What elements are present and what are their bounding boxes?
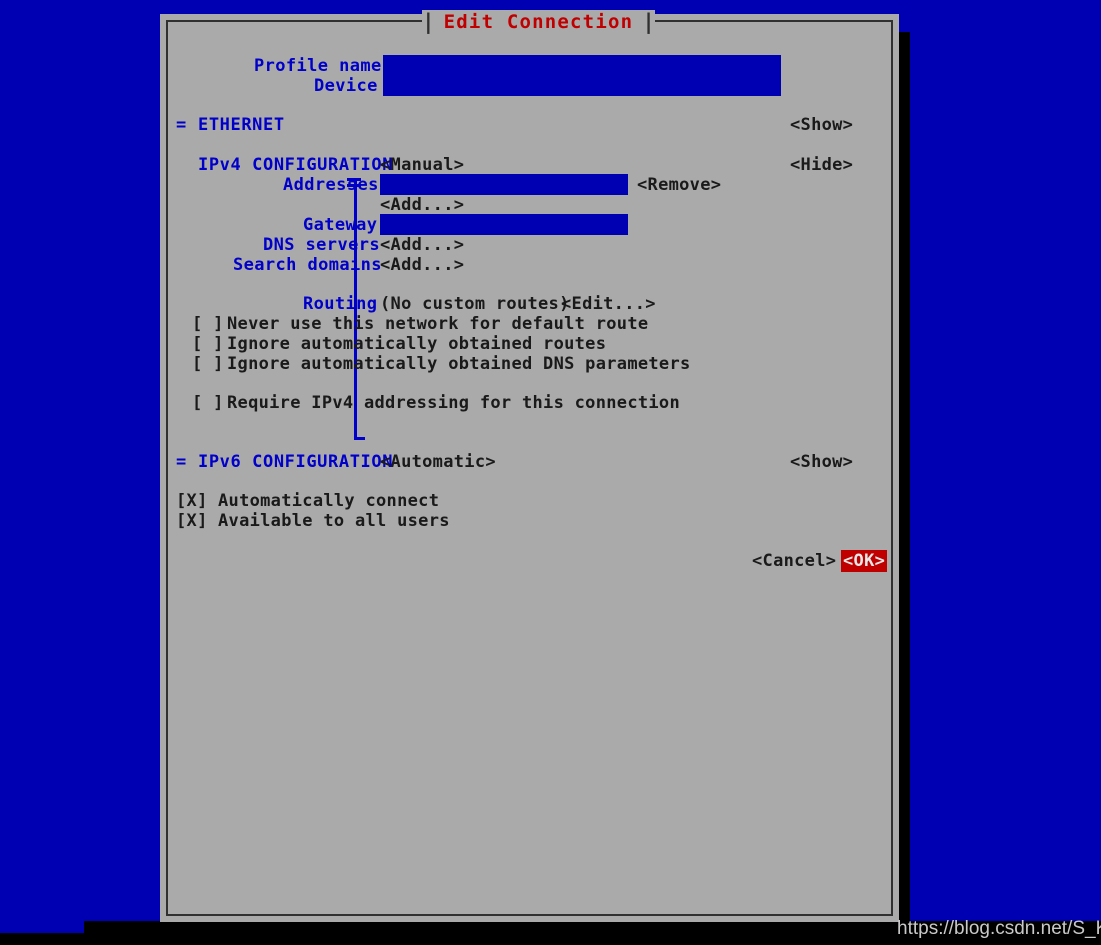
ipv4-address-input[interactable]: 172.25.254.136/24_________ xyxy=(380,174,628,195)
device-label: Device xyxy=(314,76,378,96)
cancel-button[interactable]: <Cancel> xyxy=(752,551,836,571)
ipv4-checkbox-ignore-routes-label: Ignore automatically obtained routes xyxy=(227,334,607,354)
dialog-title-bar: | Edit Connection | xyxy=(422,10,655,34)
all-users-checkbox-label: Available to all users xyxy=(218,511,450,531)
title-left-bar: | xyxy=(422,10,435,34)
title-right-bar: | xyxy=(642,10,655,34)
ipv4-checkbox-ignore-dns-box[interactable]: [ ] xyxy=(192,354,224,374)
ethernet-collapse-marker[interactable]: = xyxy=(176,115,187,135)
ipv4-heading: IPv4 CONFIGURATION xyxy=(198,155,394,175)
ipv4-routing-summary: (No custom routes) xyxy=(380,294,570,314)
edit-connection-dialog: | Edit Connection | Profile name sk_____… xyxy=(166,10,893,916)
dialog-title: Edit Connection xyxy=(443,11,634,33)
ethernet-heading: ETHERNET xyxy=(198,115,285,135)
watermark-text: https://blog.csdn.net/S_K15 xyxy=(897,918,1101,939)
ipv4-checkbox-ignore-routes-box[interactable]: [ ] xyxy=(192,334,224,354)
ipv4-search-domains-add-button[interactable]: <Add...> xyxy=(380,255,464,275)
ipv4-search-domains-label: Search domains xyxy=(233,255,382,275)
all-users-checkbox-box[interactable]: [X] xyxy=(176,511,208,531)
ipv4-routing-label: Routing xyxy=(303,294,378,314)
ipv4-dns-label: DNS servers xyxy=(263,235,380,255)
profile-name-label: Profile name xyxy=(254,56,382,76)
device-input[interactable]: ens3 (52:54:00:2E:2A:7A)______________ xyxy=(383,75,781,96)
ethernet-show-button[interactable]: <Show> xyxy=(790,115,853,135)
ipv4-hide-button[interactable]: <Hide> xyxy=(790,155,853,175)
auto-connect-checkbox-label: Automatically connect xyxy=(218,491,440,511)
ipv4-checkbox-never-default-route-label: Never use this network for default route xyxy=(227,314,649,334)
ipv6-method-select[interactable]: <Automatic> xyxy=(380,452,496,472)
ipv4-dns-add-button[interactable]: <Add...> xyxy=(380,235,464,255)
ipv4-checkbox-never-default-route-box[interactable]: [ ] xyxy=(192,314,224,334)
ipv6-show-button[interactable]: <Show> xyxy=(790,452,853,472)
ipv4-checkbox-ignore-dns-label: Ignore automatically obtained DNS parame… xyxy=(227,354,691,374)
ipv4-gateway-label: Gateway xyxy=(303,215,378,235)
auto-connect-checkbox-box[interactable]: [X] xyxy=(176,491,208,511)
ipv4-address-add-button[interactable]: <Add...> xyxy=(380,195,464,215)
ipv4-section-bracket-foot xyxy=(354,437,365,440)
ok-button[interactable]: <OK> xyxy=(841,550,888,572)
ipv4-checkbox-require-label: Require IPv4 addressing for this connect… xyxy=(227,393,680,413)
ipv4-address-remove-button[interactable]: <Remove> xyxy=(637,175,721,195)
profile-name-input[interactable]: sk______________________________________ xyxy=(383,55,781,76)
ipv4-routing-edit-button[interactable]: <Edit...> xyxy=(561,294,656,314)
ipv4-checkbox-require-box[interactable]: [ ] xyxy=(192,393,224,413)
ipv6-expand-marker[interactable]: = xyxy=(176,452,187,472)
ipv6-heading: IPv6 CONFIGURATION xyxy=(198,452,394,472)
ipv4-gateway-input[interactable] xyxy=(380,214,628,235)
ipv4-method-select[interactable]: <Manual> xyxy=(380,155,464,175)
ipv4-addresses-label: Addresses xyxy=(283,175,379,195)
